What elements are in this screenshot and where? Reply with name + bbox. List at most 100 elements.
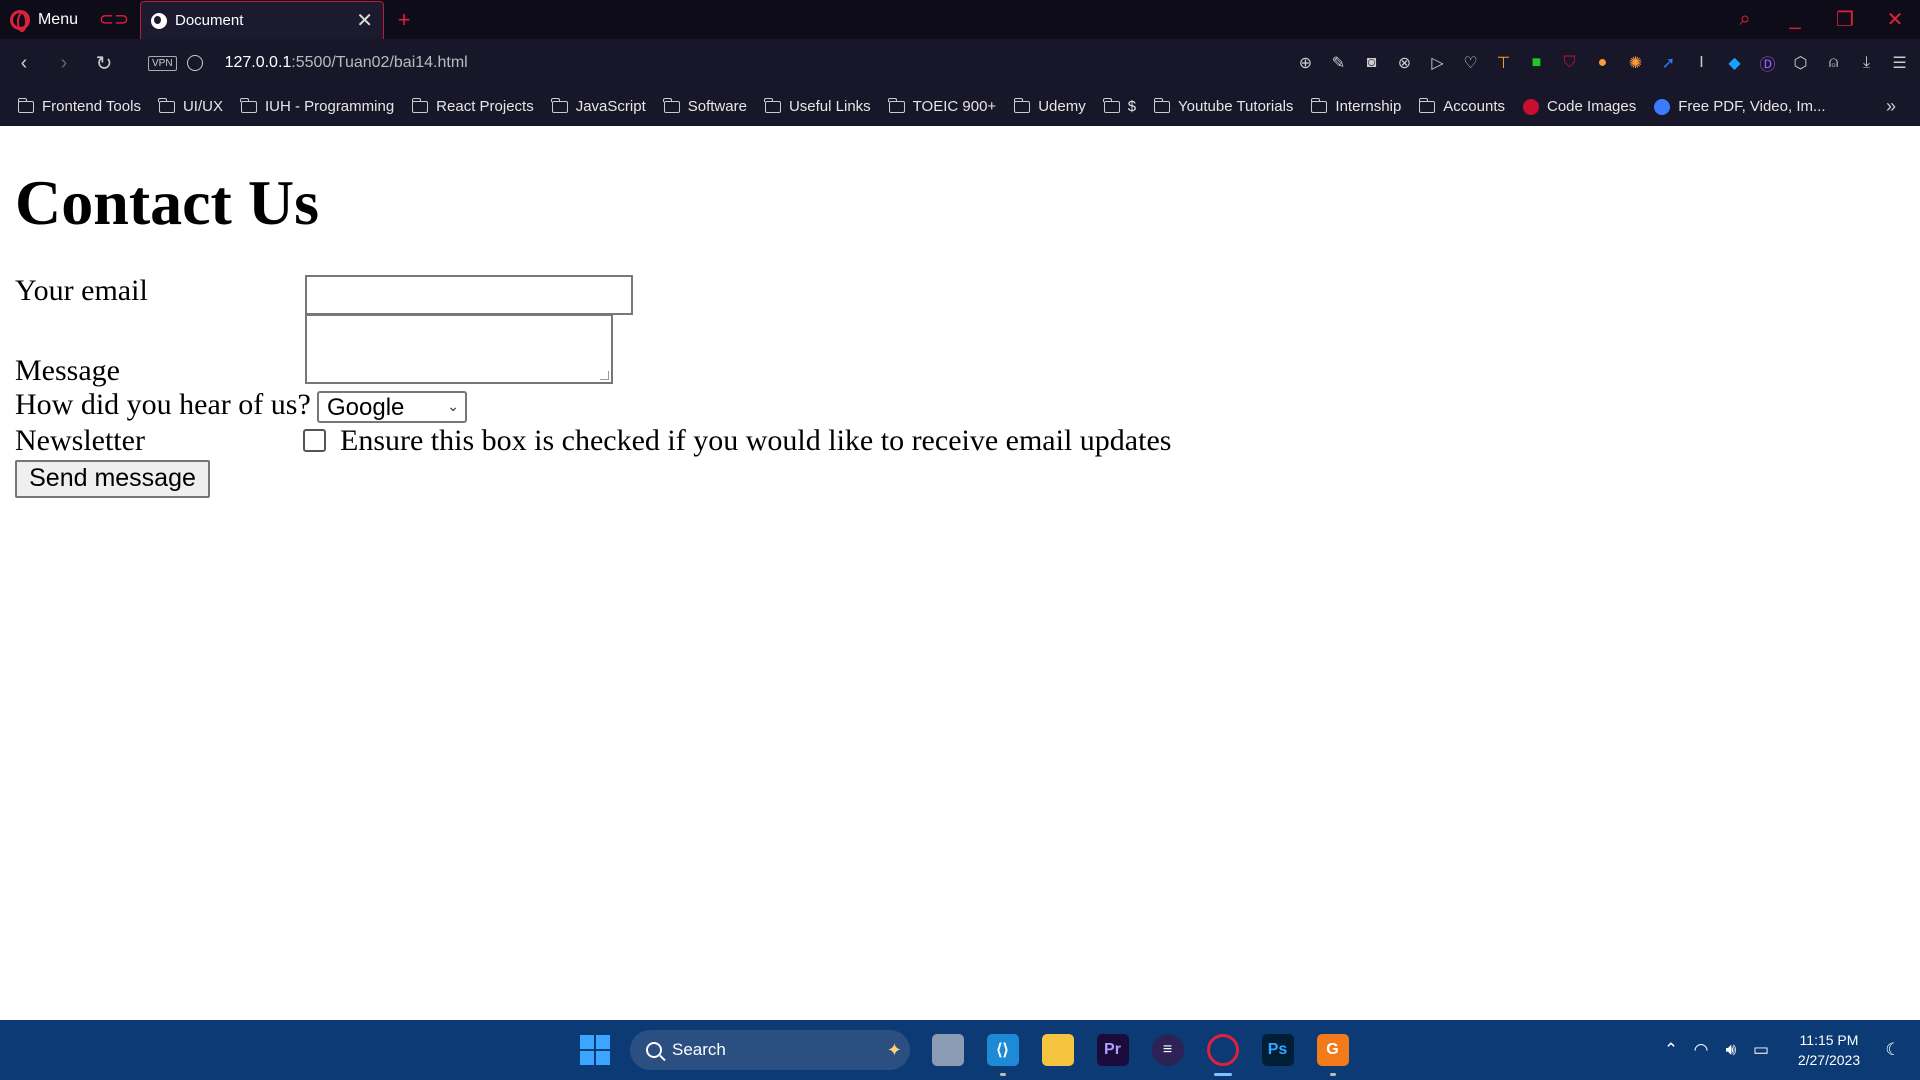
folder-icon xyxy=(764,97,781,113)
profile-icon[interactable]: ⍝ xyxy=(1817,54,1850,72)
minimize-icon[interactable]: _ xyxy=(1770,8,1820,31)
bookmark-item[interactable]: Free PDF, Video, Im... xyxy=(1654,98,1826,115)
site-icon xyxy=(1654,98,1671,115)
windows-start-icon[interactable] xyxy=(580,1035,610,1065)
bookmark-item[interactable]: Software xyxy=(663,97,747,115)
bookmark-item[interactable]: Useful Links xyxy=(764,97,871,115)
new-tab-button[interactable]: + xyxy=(384,0,424,39)
opera-logo-icon xyxy=(10,9,30,32)
notification-icon[interactable]: ☾ xyxy=(1878,1040,1908,1060)
colorpick-icon[interactable]: ■ xyxy=(1520,54,1553,72)
cursor-icon[interactable]: I xyxy=(1685,54,1718,72)
opera-menu-button[interactable]: Menu xyxy=(0,0,88,39)
forward-icon[interactable]: › xyxy=(44,52,84,75)
heart-icon[interactable]: ♡ xyxy=(1454,53,1487,73)
page-content: Contact Us Your email Message How did yo… xyxy=(0,126,1920,1020)
d-extension-icon[interactable]: Ⓓ xyxy=(1751,51,1784,75)
bookmark-label: Udemy xyxy=(1038,98,1086,115)
search-tabs-icon[interactable]: ⌕ xyxy=(1720,8,1770,31)
file-explorer-icon[interactable] xyxy=(1030,1020,1085,1080)
bookmark-label: Code Images xyxy=(1547,98,1637,115)
ublock-icon[interactable]: ⛉ xyxy=(1553,54,1586,72)
clock[interactable]: 11:15 PM 2/27/2023 xyxy=(1784,1030,1874,1070)
message-label: Message xyxy=(15,354,120,387)
restore-icon[interactable]: ❐ xyxy=(1820,7,1870,32)
chevron-up-icon[interactable]: ⌃ xyxy=(1656,1040,1686,1060)
folder-icon xyxy=(663,97,680,113)
extension-toolbar: ⊕ ✎ ◙ ⊗ ▷ ♡ ⊤ ■ ⛉ ● ✺ ➚ I ◆ Ⓓ ⬡ ⍝ ⤓ ☰ xyxy=(1289,51,1920,75)
bookmark-label: Useful Links xyxy=(788,98,871,115)
email-field[interactable] xyxy=(305,275,633,315)
vscode-icon[interactable]: ⟨⟩ xyxy=(975,1020,1030,1080)
tab-document[interactable]: Document ✕ xyxy=(140,1,384,39)
search-highlight-icon: ✦ xyxy=(886,1039,902,1060)
send-message-button[interactable]: Send message xyxy=(15,460,210,498)
gx-controller-icon[interactable]: ⊂⊃ xyxy=(88,0,140,39)
windows-taskbar: Search ✦ ⟨⟩ Pr ≡ Ps G ⌃ ◠ 🔊︎ ▭ 11:15 PM … xyxy=(0,1020,1920,1080)
folder-icon xyxy=(240,97,257,113)
page-title: Contact Us xyxy=(15,167,319,238)
arrow-extension-icon[interactable]: ➚ xyxy=(1652,53,1685,73)
bookmark-item[interactable]: UI/UX xyxy=(158,97,223,115)
easy-setup-icon[interactable]: ☰ xyxy=(1883,53,1916,73)
taskbar-apps: Search ✦ ⟨⟩ Pr ≡ Ps G xyxy=(580,1020,1360,1080)
download-icon[interactable]: ⤓ xyxy=(1850,54,1883,72)
bookmark-label: Youtube Tutorials xyxy=(1178,98,1294,115)
edit-icon[interactable]: ✎ xyxy=(1322,53,1355,73)
block-icon[interactable]: ⊗ xyxy=(1388,53,1421,73)
taskbar-search[interactable]: Search ✦ xyxy=(630,1030,910,1070)
chevron-down-icon: ⌄ xyxy=(447,398,459,414)
cookie-icon[interactable]: ✺ xyxy=(1619,53,1652,73)
back-icon[interactable]: ‹ xyxy=(4,52,44,75)
bookmark-item[interactable]: TOEIC 900+ xyxy=(888,97,996,115)
newsletter-text: Ensure this box is checked if you would … xyxy=(340,424,1172,457)
bookmark-item[interactable]: IUH - Programming xyxy=(240,97,394,115)
send-icon[interactable]: ▷ xyxy=(1421,53,1454,73)
box-icon[interactable]: ⬡ xyxy=(1784,53,1817,73)
eclipse-icon[interactable]: ≡ xyxy=(1140,1020,1195,1080)
hear-select[interactable]: Google ⌄ xyxy=(317,391,467,423)
bookmark-item[interactable]: Udemy xyxy=(1013,97,1086,115)
premiere-icon[interactable]: Pr xyxy=(1085,1020,1140,1080)
vpn-badge[interactable]: VPN xyxy=(148,55,177,71)
bookmark-item[interactable]: Youtube Tutorials xyxy=(1153,97,1294,115)
bookmarks-bar: Frontend Tools UI/UX IUH - Programming R… xyxy=(0,87,1920,126)
reload-icon[interactable]: ↻ xyxy=(84,51,124,76)
url-field[interactable]: 127.0.0.1:5500/Tuan02/bai14.html xyxy=(225,54,468,72)
hear-selected-value: Google xyxy=(327,394,405,421)
newsletter-checkbox[interactable] xyxy=(303,429,326,452)
close-window-icon[interactable]: ✕ xyxy=(1870,7,1920,32)
camera-icon[interactable]: ◙ xyxy=(1355,54,1388,72)
volume-icon[interactable]: 🔊︎ xyxy=(1716,1040,1746,1060)
bookmark-item[interactable]: JavaScript xyxy=(551,97,646,115)
tab-close-icon[interactable]: ✕ xyxy=(356,8,373,33)
hammer-icon[interactable]: ⊤ xyxy=(1487,53,1520,73)
opera-gx-icon[interactable] xyxy=(1195,1020,1250,1080)
url-path: :5500/Tuan02/bai14.html xyxy=(291,54,468,71)
wifi-icon[interactable]: ◠ xyxy=(1686,1040,1716,1060)
extension-orange-icon[interactable]: ● xyxy=(1586,54,1619,72)
site-info-icon[interactable] xyxy=(186,55,203,71)
bookmarks-more-icon[interactable]: » xyxy=(1886,96,1896,117)
bookmark-label: Free PDF, Video, Im... xyxy=(1678,98,1826,115)
pdf-app-icon[interactable]: G xyxy=(1305,1020,1360,1080)
tab-title: Document xyxy=(175,12,244,29)
bookmark-item[interactable]: $ xyxy=(1103,97,1136,115)
bookmark-item[interactable]: Accounts xyxy=(1418,97,1505,115)
address-bar: ‹ › ↻ VPN 127.0.0.1:5500/Tuan02/bai14.ht… xyxy=(0,39,1920,87)
bookmark-item[interactable]: Internship xyxy=(1310,97,1401,115)
drop-icon[interactable]: ◆ xyxy=(1718,53,1751,73)
folder-icon xyxy=(1418,97,1436,113)
menu-label: Menu xyxy=(37,10,78,28)
message-textarea[interactable] xyxy=(305,314,613,384)
bookmark-item[interactable]: Frontend Tools xyxy=(17,97,141,115)
photoshop-icon[interactable]: Ps xyxy=(1250,1020,1305,1080)
zoom-icon[interactable]: ⊕ xyxy=(1289,53,1322,73)
folder-icon xyxy=(411,97,429,113)
battery-icon[interactable]: ▭ xyxy=(1746,1040,1776,1060)
bookmark-item[interactable]: Code Images xyxy=(1523,98,1636,115)
search-label: Search xyxy=(672,1040,726,1059)
bookmark-item[interactable]: React Projects xyxy=(411,97,534,115)
bookmark-label: React Projects xyxy=(436,98,534,115)
task-view-icon[interactable] xyxy=(920,1020,975,1080)
